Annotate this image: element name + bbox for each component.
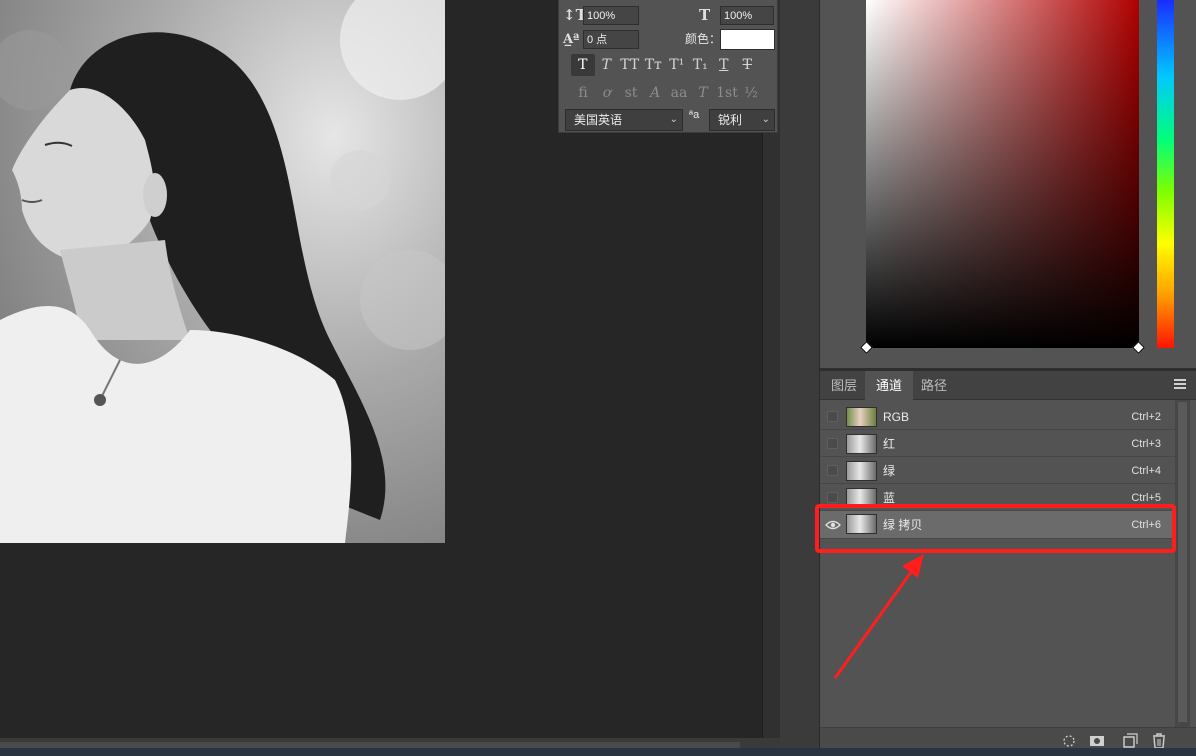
ligatures-button[interactable]: ﬁ xyxy=(571,82,595,104)
fractions-button[interactable]: ½ xyxy=(739,82,763,104)
titling-alternates-button[interactable]: aa xyxy=(667,82,691,104)
small-caps-button[interactable]: Tт xyxy=(642,54,666,76)
horizontal-scale-field[interactable]: 100% xyxy=(720,6,774,25)
character-panel: ↕T 100% T 100% A̲ª 0 点 颜色： T T TT Tт T¹ T₁ T T … xyxy=(558,0,778,133)
baseline-shift-field[interactable]: 0 点 xyxy=(583,30,639,49)
color-saturation-field[interactable] xyxy=(860,0,1145,354)
all-caps-button[interactable]: TT xyxy=(618,54,642,76)
visibility-toggle-icon[interactable] xyxy=(827,492,838,503)
channel-row[interactable]: RGB Ctrl+2 xyxy=(820,404,1175,430)
channel-name: RGB xyxy=(883,410,910,424)
language-select[interactable]: 美国英语 ⌄ xyxy=(565,109,683,131)
hue-slider[interactable] xyxy=(1157,0,1174,348)
channel-thumbnail xyxy=(846,407,877,427)
tab-paths[interactable]: 路径 xyxy=(910,371,958,400)
annotation-arrow xyxy=(833,554,924,679)
stylistic-alternates-button[interactable]: st xyxy=(619,82,643,104)
channel-shortcut: Ctrl+4 xyxy=(1131,465,1161,477)
swash-button[interactable]: A xyxy=(643,82,667,104)
faux-italic-button[interactable]: T xyxy=(595,54,619,76)
annotation-highlight-box xyxy=(815,504,1176,553)
channel-shortcut: Ctrl+3 xyxy=(1131,438,1161,450)
channels-tab-bar: 图层 通道 路径 xyxy=(820,371,1196,400)
channel-thumbnail xyxy=(846,434,877,454)
channel-name: 绿 xyxy=(883,464,896,478)
language-value: 美国英语 xyxy=(574,113,623,127)
delete-channel-icon[interactable] xyxy=(1150,733,1168,749)
faux-bold-button[interactable]: T xyxy=(571,54,595,76)
save-selection-icon[interactable] xyxy=(1088,733,1106,749)
channel-shortcut: Ctrl+2 xyxy=(1131,411,1161,423)
vertical-scale-field[interactable]: 100% xyxy=(583,6,639,25)
antialias-value: 锐利 xyxy=(718,113,743,127)
strikethrough-button[interactable]: T xyxy=(736,54,760,76)
visibility-toggle-icon[interactable] xyxy=(827,438,838,449)
new-channel-icon[interactable] xyxy=(1120,733,1138,749)
visibility-toggle-icon[interactable] xyxy=(827,411,838,422)
text-style-buttons: T T TT Tт T¹ T₁ T T xyxy=(571,54,759,76)
visibility-toggle-icon[interactable] xyxy=(827,465,838,476)
chevron-down-icon: ⌄ xyxy=(669,114,678,125)
panel-menu-icon[interactable] xyxy=(1174,379,1186,389)
tab-layers[interactable]: 图层 xyxy=(820,371,868,400)
contextual-alternates-button[interactable]: T xyxy=(691,82,715,104)
superscript-button[interactable]: T¹ xyxy=(665,54,689,76)
grayscale-portrait-photo xyxy=(0,0,445,543)
tab-channels[interactable]: 通道 xyxy=(865,371,914,400)
channel-name: 红 xyxy=(883,437,896,451)
channel-thumbnail xyxy=(846,461,877,481)
scrollbar-thumb[interactable] xyxy=(1178,402,1187,722)
horizontal-scale-icon: T xyxy=(699,6,711,24)
channels-scrollbar[interactable] xyxy=(1175,400,1190,727)
chevron-down-icon: ⌄ xyxy=(761,114,770,125)
discretionary-ligatures-button[interactable]: ơ xyxy=(595,82,619,104)
panel-dock-gutter xyxy=(780,0,820,756)
antialias-icon: ªa xyxy=(689,109,700,121)
baseline-shift-icon: A̲ª xyxy=(563,32,580,47)
channel-row[interactable]: 绿 Ctrl+4 xyxy=(820,458,1175,484)
window-bottom-strip xyxy=(0,748,1196,756)
ordinals-button[interactable]: 1st xyxy=(715,82,739,104)
subscript-button[interactable]: T₁ xyxy=(689,54,713,76)
load-selection-icon[interactable] xyxy=(1060,733,1078,749)
channel-row[interactable]: 红 Ctrl+3 xyxy=(820,431,1175,457)
color-label: 颜色： xyxy=(685,32,722,46)
text-color-swatch[interactable] xyxy=(720,29,775,50)
antialias-select[interactable]: 锐利 ⌄ xyxy=(709,109,775,131)
underline-button[interactable]: T xyxy=(712,54,736,76)
opentype-buttons: ﬁ ơ st Aaa T 1st ½ xyxy=(571,82,763,104)
